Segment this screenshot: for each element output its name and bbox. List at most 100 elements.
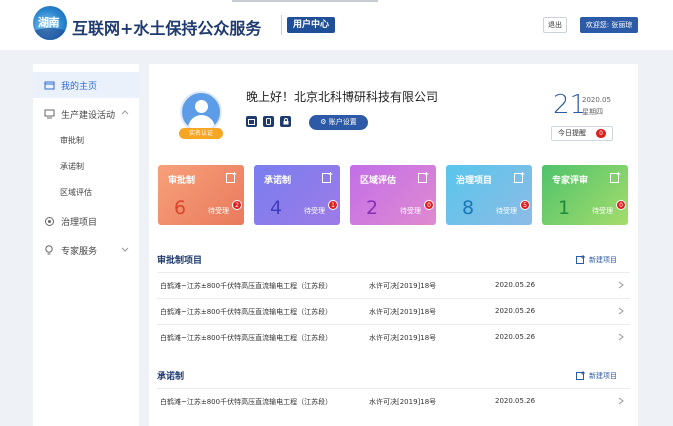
avatar[interactable] (180, 91, 222, 133)
stat-card-title: 审批制 (168, 176, 196, 186)
open-card-icon[interactable] (226, 172, 237, 183)
stat-card-count: 8 (462, 197, 475, 219)
new-project-label: 新建项目 (589, 256, 617, 264)
project-date: 2020.05.26 (495, 333, 536, 341)
date-weekday: 星期四 (582, 108, 603, 116)
new-project-label: 新建项目 (589, 372, 617, 380)
stat-card-pending-badge: 5 (520, 200, 530, 210)
open-card-icon[interactable] (418, 172, 429, 183)
sidebar-subitem-regional[interactable]: 区域评估 (60, 187, 92, 198)
chevron-right-icon[interactable] (618, 281, 624, 289)
stat-card-pending-label: 待受理 (592, 207, 613, 215)
sidebar-item-home[interactable]: 我的主页 (33, 72, 139, 98)
verified-badge: 实名认证 (179, 128, 223, 139)
open-card-icon[interactable] (610, 172, 621, 183)
welcome-user-button[interactable]: 欢迎您: 张丽琼 (580, 17, 638, 33)
greeting-text: 晚上好！北京北科博研科技有限公司 (246, 90, 439, 104)
section-title-commitment: 承诺制 (157, 372, 185, 382)
today-reminder-button[interactable]: 今日提醒 0 (551, 126, 613, 141)
account-settings-button[interactable]: ⚙ 账户设置 (309, 115, 368, 130)
logout-button[interactable]: 退出 (543, 17, 567, 33)
stat-card-count: 2 (366, 197, 379, 219)
stat-card-title: 治理项目 (456, 176, 493, 186)
stat-card[interactable]: 审批制 6 待受理 2 (158, 165, 244, 225)
approval-code: 水许可决[2019]18号 (369, 282, 437, 290)
stat-card[interactable]: 区域评估 2 待受理 0 (350, 165, 436, 225)
stat-card-pending-badge: 0 (424, 200, 434, 210)
table-row[interactable]: 白鹤滩~江苏±800千伏特高压直流输电工程（江苏段） 水许可决[2019]18号 2… (157, 324, 630, 349)
open-card-icon[interactable] (514, 172, 525, 183)
sidebar-item-construction[interactable]: 生产建设活动 (33, 101, 139, 127)
lock-icon[interactable] (280, 116, 291, 127)
sidebar-item-label: 专家服务 (61, 246, 98, 257)
stat-card-count: 1 (558, 197, 571, 219)
new-project-button-commitment[interactable]: 新建项目 (576, 371, 617, 381)
project-date: 2020.05.26 (495, 397, 536, 405)
project-name: 白鹤滩~江苏±800千伏特高压直流输电工程（江苏段） (160, 282, 333, 290)
table-row[interactable]: 白鹤滩~江苏±800千伏特高压直流输电工程（江苏段） 水许可决[2019]18号 2… (157, 388, 630, 413)
new-project-icon (576, 255, 585, 264)
reminder-label: 今日提醒 (558, 129, 586, 137)
sidebar-subitem-commitment[interactable]: 承诺制 (60, 161, 84, 172)
stat-card-pending-badge: 0 (616, 200, 626, 210)
stat-card-pending-label: 待受理 (496, 207, 517, 215)
stat-card-title: 区域评估 (360, 176, 397, 186)
top-header: 湖南 互联网+水土保持公众服务 用户中心 退出 欢迎您: 张丽琼 (0, 0, 673, 50)
stat-card-pending-badge: 2 (232, 200, 242, 210)
title-divider (281, 15, 282, 35)
site-title: 互联网+水土保持公众服务 (72, 19, 262, 38)
project-date: 2020.05.26 (495, 281, 536, 289)
stat-card-pending-label: 待受理 (400, 207, 421, 215)
chevron-up-icon[interactable] (121, 109, 129, 117)
stat-card-title: 承诺制 (264, 176, 292, 186)
stat-card-pending-label: 待受理 (208, 207, 229, 215)
logo-text: 湖南 (38, 16, 60, 29)
reminder-count-badge: 0 (596, 129, 606, 138)
stat-card[interactable]: 承诺制 4 待受理 1 (254, 165, 340, 225)
approval-code: 水许可决[2019]18号 (369, 308, 437, 316)
new-project-button-approval[interactable]: 新建项目 (576, 255, 617, 265)
approval-code: 水许可决[2019]18号 (369, 398, 437, 406)
table-row[interactable]: 白鹤滩~江苏±800千伏特高压直流输电工程（江苏段） 水许可决[2019]18号 2… (157, 272, 630, 297)
site-logo[interactable]: 湖南 (33, 6, 67, 40)
stat-card-title: 专家评审 (552, 176, 589, 186)
sidebar: 我的主页 生产建设活动 审批制 承诺制 区域评估 治理项目 专家服务 (33, 64, 139, 426)
sidebar-item-label: 治理项目 (61, 217, 98, 228)
gear-icon (43, 215, 55, 227)
stat-card[interactable]: 专家评审 1 待受理 0 (542, 165, 628, 225)
phone-icon[interactable] (263, 116, 274, 127)
new-project-icon (576, 371, 585, 380)
approval-code: 水许可决[2019]18号 (369, 334, 437, 342)
project-name: 白鹤滩~江苏±800千伏特高压直流输电工程（江苏段） (160, 308, 333, 316)
open-card-icon[interactable] (322, 172, 333, 183)
sidebar-subitem-approval[interactable]: 审批制 (60, 135, 84, 146)
project-name: 白鹤滩~江苏±800千伏特高压直流输电工程（江苏段） (160, 398, 333, 406)
sidebar-item-label: 我的主页 (61, 81, 98, 92)
sidebar-item-expert[interactable]: 专家服务 (33, 237, 139, 263)
top-strip (232, 0, 378, 2)
chevron-right-icon[interactable] (618, 333, 624, 341)
chevron-right-icon[interactable] (618, 307, 624, 315)
project-name: 白鹤滩~江苏±800千伏特高压直流输电工程（江苏段） (160, 334, 333, 342)
settings-gear-icon: ⚙ (320, 118, 327, 126)
profile-icon-bar (246, 116, 291, 127)
sidebar-item-label: 生产建设活动 (61, 110, 116, 121)
sidebar-item-governance[interactable]: 治理项目 (33, 208, 139, 234)
stat-card-pending-label: 待受理 (304, 207, 325, 215)
project-date: 2020.05.26 (495, 307, 536, 315)
lightbulb-icon (43, 244, 55, 256)
home-icon (43, 79, 55, 91)
main-panel: 实名认证 晚上好！北京北科博研科技有限公司 ⚙ 账户设置 21 2020.05 … (149, 64, 638, 426)
stat-card-count: 6 (174, 197, 187, 219)
stat-card-count: 4 (270, 197, 283, 219)
chevron-down-icon[interactable] (121, 245, 129, 253)
user-center-badge: 用户中心 (287, 17, 336, 33)
section-title-approval: 审批制项目 (157, 256, 203, 266)
chevron-right-icon[interactable] (618, 397, 624, 405)
stat-card[interactable]: 治理项目 8 待受理 5 (446, 165, 532, 225)
stat-card-pending-badge: 1 (328, 200, 338, 210)
avatar-head (195, 100, 208, 113)
table-row[interactable]: 白鹤滩~江苏±800千伏特高压直流输电工程（江苏段） 水许可决[2019]18号 2… (157, 298, 630, 323)
date-year-month: 2020.05 (582, 96, 611, 104)
id-card-icon[interactable] (246, 116, 257, 127)
